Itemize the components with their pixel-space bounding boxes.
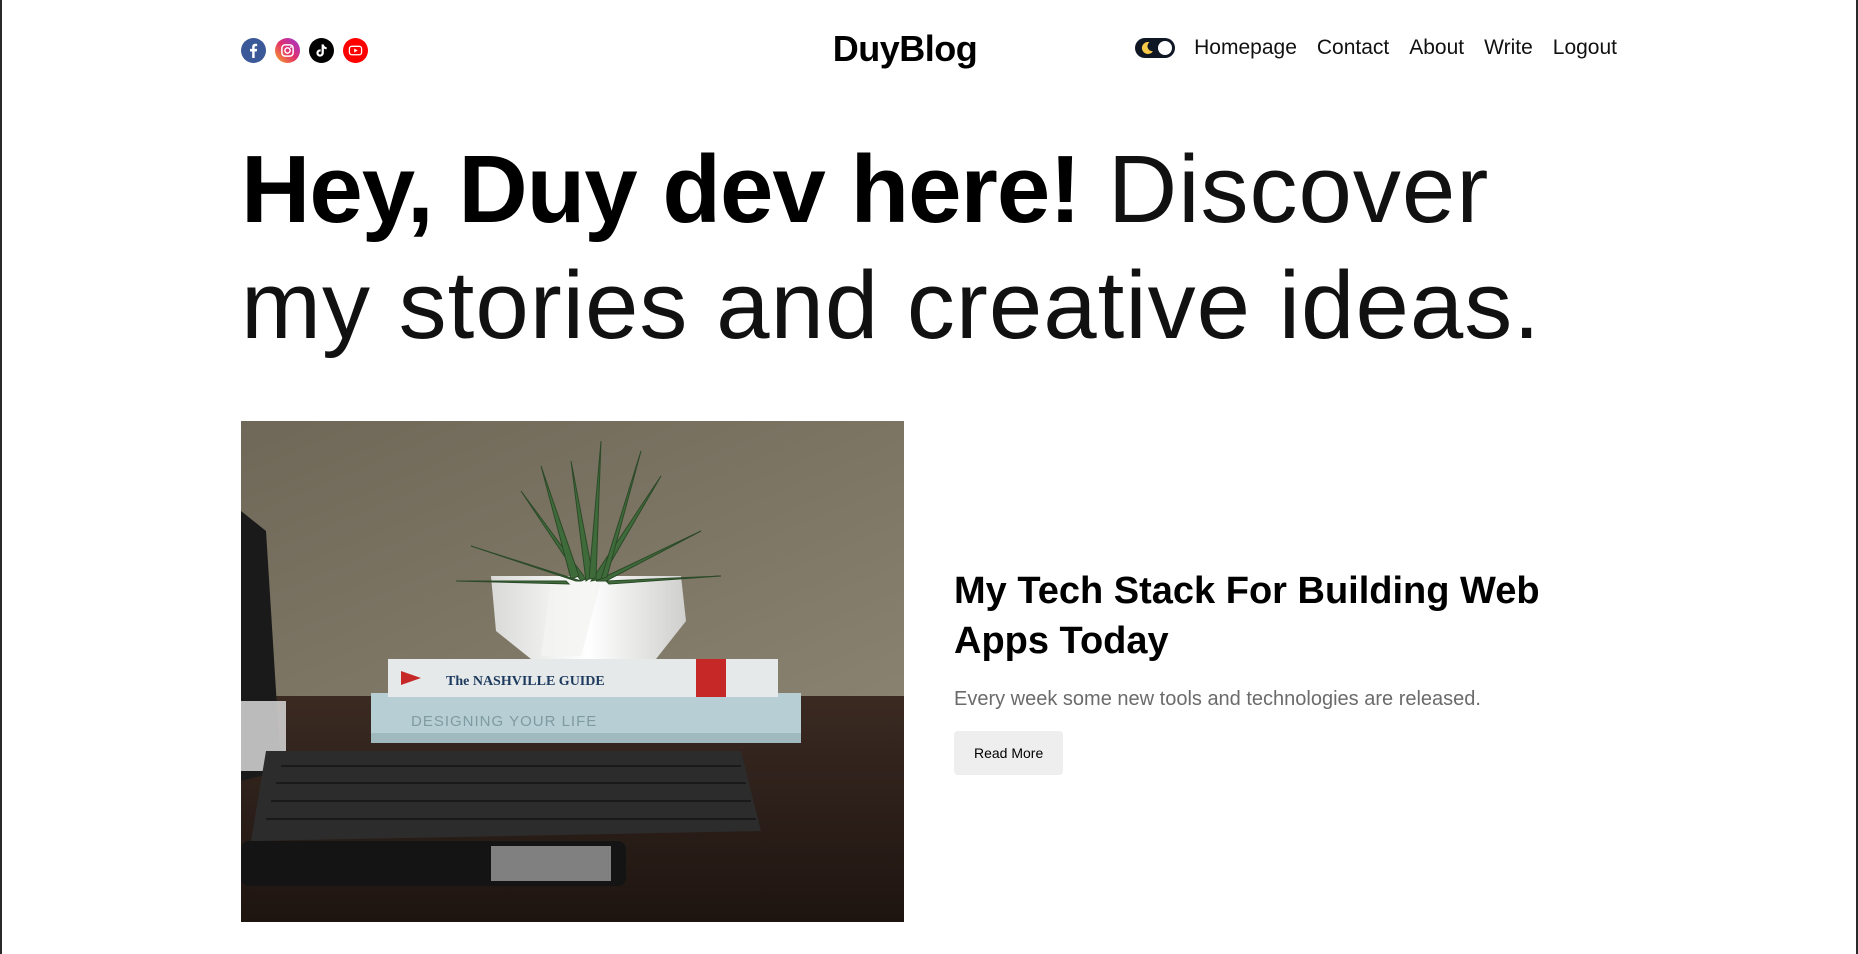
nav-link-logout[interactable]: Logout bbox=[1553, 36, 1617, 60]
theme-toggle[interactable] bbox=[1135, 38, 1176, 58]
post-title[interactable]: My Tech Stack For Building Web Apps Toda… bbox=[954, 566, 1614, 666]
book-top-title: The NASHVILLE GUIDE bbox=[446, 674, 605, 689]
toggle-knob bbox=[1158, 41, 1173, 55]
hero-greeting: Hey, Duy dev here! bbox=[241, 136, 1081, 243]
hero-headline: Hey, Duy dev here! Discover my stories a… bbox=[241, 132, 1617, 364]
book-bottom-title: DESIGNING YOUR LIFE bbox=[411, 713, 597, 730]
nav-link-homepage[interactable]: Homepage bbox=[1194, 36, 1297, 60]
plant-on-books-photo: DESIGNING YOUR LIFE The NASHVILLE GUIDE bbox=[241, 421, 904, 922]
featured-post-image[interactable]: DESIGNING YOUR LIFE The NASHVILLE GUIDE bbox=[241, 421, 904, 922]
post-description: Every week some new tools and technologi… bbox=[954, 688, 1481, 710]
nav-link-contact[interactable]: Contact bbox=[1317, 36, 1389, 60]
nav-link-about[interactable]: About bbox=[1409, 36, 1464, 60]
window-edge-left bbox=[0, 0, 2, 954]
main-nav: Homepage Contact About Write Logout bbox=[1135, 36, 1617, 60]
moon-icon bbox=[1142, 41, 1154, 54]
read-more-button[interactable]: Read More bbox=[954, 731, 1064, 775]
nav-link-write[interactable]: Write bbox=[1484, 36, 1533, 60]
navbar: DuyBlog Homepage Contact About Write Log… bbox=[241, 0, 1617, 100]
page-container: DuyBlog Homepage Contact About Write Log… bbox=[241, 0, 1617, 922]
featured-post-info: My Tech Stack For Building Web Apps Toda… bbox=[954, 566, 1614, 775]
